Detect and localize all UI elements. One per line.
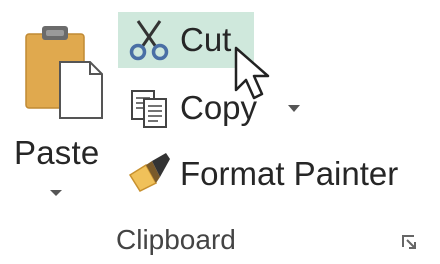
copy-label: Copy: [180, 89, 258, 126]
dialog-launcher-icon[interactable]: [400, 233, 418, 251]
paste-button[interactable]: Paste: [14, 18, 106, 208]
clipboard-group: Paste Cut Copy Format Painter Clipboard: [0, 0, 440, 264]
cut-label: Cut: [180, 21, 232, 58]
chevron-down-icon[interactable]: [48, 188, 64, 198]
cut-button[interactable]: Cut: [118, 12, 254, 68]
group-label: Clipboard: [116, 224, 236, 255]
paintbrush-icon: [128, 153, 170, 192]
paste-icon: [25, 26, 103, 119]
paste-label: Paste: [14, 134, 100, 171]
chevron-down-icon[interactable]: [287, 104, 301, 113]
copy-icon: [131, 90, 167, 128]
scissors-icon: [129, 20, 169, 61]
copy-button[interactable]: Copy: [118, 80, 314, 136]
format-painter-label: Format Painter: [180, 155, 399, 192]
format-painter-button[interactable]: Format Painter: [118, 146, 418, 202]
